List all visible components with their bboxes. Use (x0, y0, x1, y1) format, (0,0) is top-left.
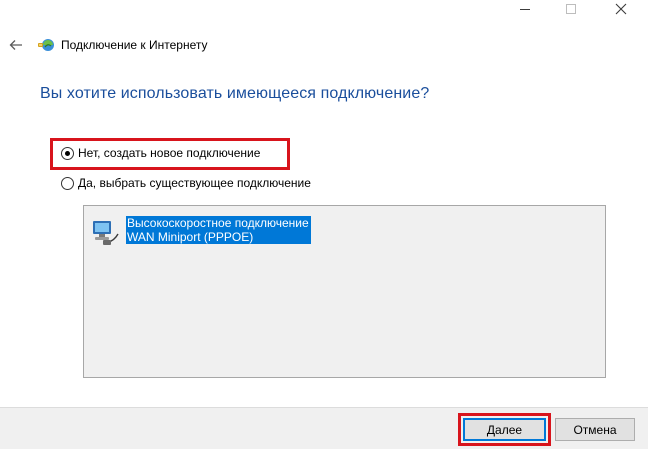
page-heading: Вы хотите использовать имеющееся подключ… (40, 85, 430, 102)
annotation-highlight-option (50, 138, 290, 170)
connection-name: Высокоскоростное подключение (126, 216, 311, 230)
close-icon (615, 3, 627, 15)
list-item[interactable]: Высокоскоростное подключение WAN Minipor… (90, 216, 311, 248)
close-button[interactable] (598, 0, 644, 32)
option-use-existing[interactable]: Да, выбрать существующее подключение (61, 176, 311, 190)
internet-connection-icon (38, 39, 54, 51)
maximize-icon (566, 4, 576, 14)
option-use-existing-label: Да, выбрать существующее подключение (78, 176, 311, 190)
back-arrow-icon[interactable] (8, 37, 24, 53)
maximize-button[interactable] (548, 0, 594, 32)
cancel-button[interactable]: Отмена (555, 418, 635, 441)
connection-device: WAN Miniport (PPPOE) (126, 230, 311, 244)
connections-list[interactable]: Высокоскоростное подключение WAN Minipor… (83, 205, 606, 378)
radio-use-existing[interactable] (61, 176, 74, 190)
minimize-icon (520, 8, 530, 10)
dialog-window: Подключение к Интернету Вы хотите исполь… (0, 0, 648, 449)
app-title: Подключение к Интернету (61, 38, 208, 52)
annotation-highlight-next (458, 413, 551, 446)
minimize-button[interactable] (502, 0, 548, 32)
network-connection-icon (93, 221, 119, 245)
